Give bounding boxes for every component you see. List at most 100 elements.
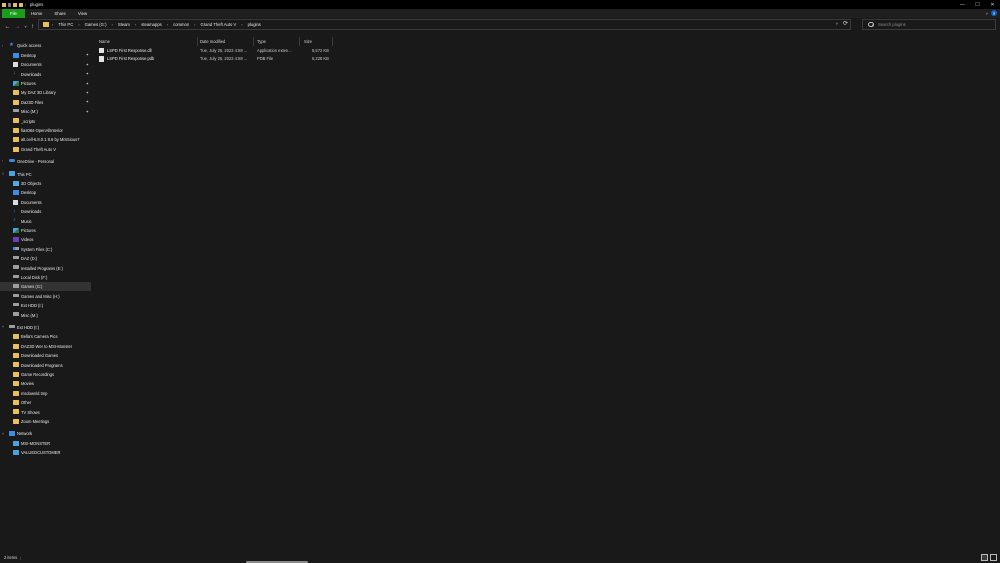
pin-icon: ✦ bbox=[85, 108, 89, 114]
column-header-date[interactable]: Date modified bbox=[200, 37, 225, 46]
sidebar-item[interactable]: _scripts bbox=[0, 116, 91, 125]
tab-share[interactable]: Share bbox=[48, 9, 71, 18]
sidebar-item[interactable]: Documents ✦ bbox=[0, 60, 91, 69]
new-folder-icon[interactable] bbox=[13, 2, 17, 7]
sidebar-item[interactable]: MSI-MONSTER bbox=[0, 438, 91, 447]
sidebar-item[interactable]: Videos bbox=[0, 235, 91, 244]
sidebar-item[interactable]: Grand Theft Auto V bbox=[0, 144, 91, 153]
column-header-size[interactable]: Size bbox=[304, 37, 312, 46]
breadcrumb-this-pc[interactable]: This PC bbox=[58, 22, 73, 27]
search-box[interactable] bbox=[862, 19, 996, 30]
sidebar-item[interactable]: Bella's Camera Pics bbox=[0, 332, 91, 341]
sidebar-item[interactable]: VALUEDCUSTOMER bbox=[0, 448, 91, 457]
expand-arrow-icon[interactable]: › bbox=[2, 44, 3, 48]
breadcrumb-steam[interactable]: Steam bbox=[118, 22, 130, 27]
sidebar-item[interactable]: Downloaded Games bbox=[0, 351, 91, 360]
breadcrumb-plugins[interactable]: plugins bbox=[248, 22, 261, 27]
tab-file[interactable]: File bbox=[2, 9, 25, 18]
up-button[interactable]: ↑ bbox=[28, 22, 37, 31]
minimize-button[interactable]: — bbox=[955, 0, 970, 9]
file-name[interactable]: LSPD First Response.dll bbox=[107, 48, 152, 53]
sidebar-item[interactable]: TV Shows bbox=[0, 407, 91, 416]
sidebar-item[interactable]: System Files (C:) bbox=[0, 244, 91, 253]
sidebar-item[interactable]: Other bbox=[0, 398, 91, 407]
expand-arrow-icon[interactable]: ˅ bbox=[2, 325, 4, 329]
expand-arrow-icon[interactable]: ˅ bbox=[2, 432, 4, 436]
navigation-pane[interactable]: › ★ Quick access Desktop ✦ Documents ✦ ↓ Downloa… bbox=[0, 37, 91, 551]
sidebar-item[interactable]: DAZ (D:) bbox=[0, 254, 91, 263]
file-name[interactable]: LSPD First Response.pdb bbox=[107, 56, 154, 61]
sidebar-item[interactable]: Daz3D Files ✦ bbox=[0, 97, 91, 106]
sidebar-item[interactable]: ♪ Music bbox=[0, 216, 91, 225]
details-view-button[interactable] bbox=[981, 554, 988, 561]
column-divider[interactable] bbox=[253, 37, 254, 46]
sidebar-item[interactable]: Misc (M:) ✦ bbox=[0, 107, 91, 116]
sidebar-item[interactable]: DAZ3D Wer to MSI-Monster bbox=[0, 341, 91, 350]
sidebar-item[interactable]: Desktop bbox=[0, 188, 91, 197]
sidebar-item-label: Local Disk (F:) bbox=[21, 274, 48, 280]
folder-icon bbox=[13, 99, 19, 105]
breadcrumb-steamapps[interactable]: steamapps bbox=[141, 22, 161, 27]
sidebar-item[interactable]: Ext HDD (I:) bbox=[0, 301, 91, 310]
column-header-name[interactable]: Name bbox=[99, 37, 110, 46]
maximize-button[interactable]: ☐ bbox=[970, 0, 985, 9]
file-row[interactable]: LSPD First Response.pdb Tue, July 26, 20… bbox=[97, 55, 337, 64]
sidebar-item[interactable]: Games (G:) bbox=[0, 282, 91, 292]
column-divider[interactable] bbox=[197, 37, 198, 46]
onedrive-icon bbox=[9, 158, 15, 163]
breadcrumb-games-drive[interactable]: Games (G:) bbox=[85, 22, 107, 27]
folder-icon bbox=[13, 362, 19, 368]
column-divider[interactable] bbox=[299, 37, 300, 46]
sidebar-item[interactable]: ↓ Downloads ✦ bbox=[0, 69, 91, 78]
breadcrumb-gta-v[interactable]: Grand Theft Auto V bbox=[201, 22, 237, 27]
help-button[interactable]: ? bbox=[991, 10, 997, 16]
sidebar-item[interactable]: Pictures bbox=[0, 226, 91, 235]
sidebar-item-label: Other bbox=[21, 400, 32, 406]
file-list-pane[interactable]: Name Date modified Type Size LSPD First … bbox=[92, 37, 1000, 551]
breadcrumb-common[interactable]: common bbox=[173, 22, 189, 27]
sidebar-item[interactable]: ˅ This PC bbox=[0, 169, 91, 178]
sidebar-item[interactable]: › ★ Quick access bbox=[0, 41, 91, 50]
sidebar-item[interactable]: My DAZ 3D Library ✦ bbox=[0, 88, 91, 97]
sidebar-item[interactable]: Pictures ✦ bbox=[0, 79, 91, 88]
sidebar-item-label: Desktop bbox=[21, 190, 37, 196]
sidebar-item[interactable]: alt.cell-6.8.0.1 8.6 by MiSSious7 bbox=[0, 135, 91, 144]
sidebar-item[interactable]: Downloaded Programs bbox=[0, 360, 91, 369]
sidebar-item[interactable]: Desktop ✦ bbox=[0, 50, 91, 59]
sidebar-item[interactable]: ˅ Network bbox=[0, 429, 91, 438]
sidebar-item[interactable]: ↓ Downloads bbox=[0, 207, 91, 216]
sidebar-item[interactable]: Documents bbox=[0, 197, 91, 206]
quick-access-toolbar-icon[interactable] bbox=[19, 2, 23, 7]
expand-arrow-icon[interactable]: › bbox=[2, 159, 3, 163]
sidebar-item[interactable]: › OneDrive - Personal bbox=[0, 157, 91, 166]
properties-icon[interactable] bbox=[8, 2, 11, 7]
address-dropdown-icon[interactable]: ˅ bbox=[836, 21, 838, 26]
sidebar-item[interactable]: Zoom Meetings bbox=[0, 417, 91, 426]
crumb-separator: › bbox=[111, 22, 113, 27]
back-button[interactable]: ← bbox=[3, 22, 12, 31]
close-button[interactable]: ✕ bbox=[985, 0, 1000, 9]
sidebar-item[interactable]: msdownld.tmp bbox=[0, 388, 91, 397]
expand-arrow-icon[interactable]: ˅ bbox=[2, 172, 4, 176]
sidebar-item[interactable]: Installed Programs (E:) bbox=[0, 263, 91, 272]
drive-icon bbox=[9, 324, 15, 329]
address-bar[interactable]: › This PC › Games (G:) › Steam › steamap… bbox=[38, 19, 851, 30]
large-icons-view-button[interactable] bbox=[990, 554, 997, 561]
sidebar-item[interactable]: Misc (M:) bbox=[0, 310, 91, 319]
sidebar-item[interactable]: Movies bbox=[0, 379, 91, 388]
chevron-down-icon[interactable]: ˅ bbox=[986, 11, 988, 16]
sidebar-item[interactable]: ˅ Ext HDD (I:) bbox=[0, 323, 91, 332]
sidebar-item[interactable]: 3D Objects bbox=[0, 179, 91, 188]
tab-view[interactable]: View bbox=[72, 9, 93, 18]
sidebar-item[interactable]: Local Disk (F:) bbox=[0, 273, 91, 282]
column-header-type[interactable]: Type bbox=[257, 37, 266, 46]
column-divider[interactable] bbox=[332, 37, 333, 46]
sidebar-item[interactable]: fias084-OpenAllInterior bbox=[0, 126, 91, 135]
tab-home[interactable]: Home bbox=[25, 9, 48, 18]
search-input[interactable] bbox=[878, 22, 988, 27]
sidebar-item[interactable]: Game Recordings bbox=[0, 370, 91, 379]
sidebar-item-label: Documents bbox=[21, 62, 42, 68]
sidebar-item[interactable]: Games and Misc (H:) bbox=[0, 291, 91, 300]
refresh-icon[interactable]: ⟳ bbox=[843, 20, 848, 27]
file-row[interactable]: LSPD First Response.dll Tue, July 26, 20… bbox=[97, 46, 337, 55]
